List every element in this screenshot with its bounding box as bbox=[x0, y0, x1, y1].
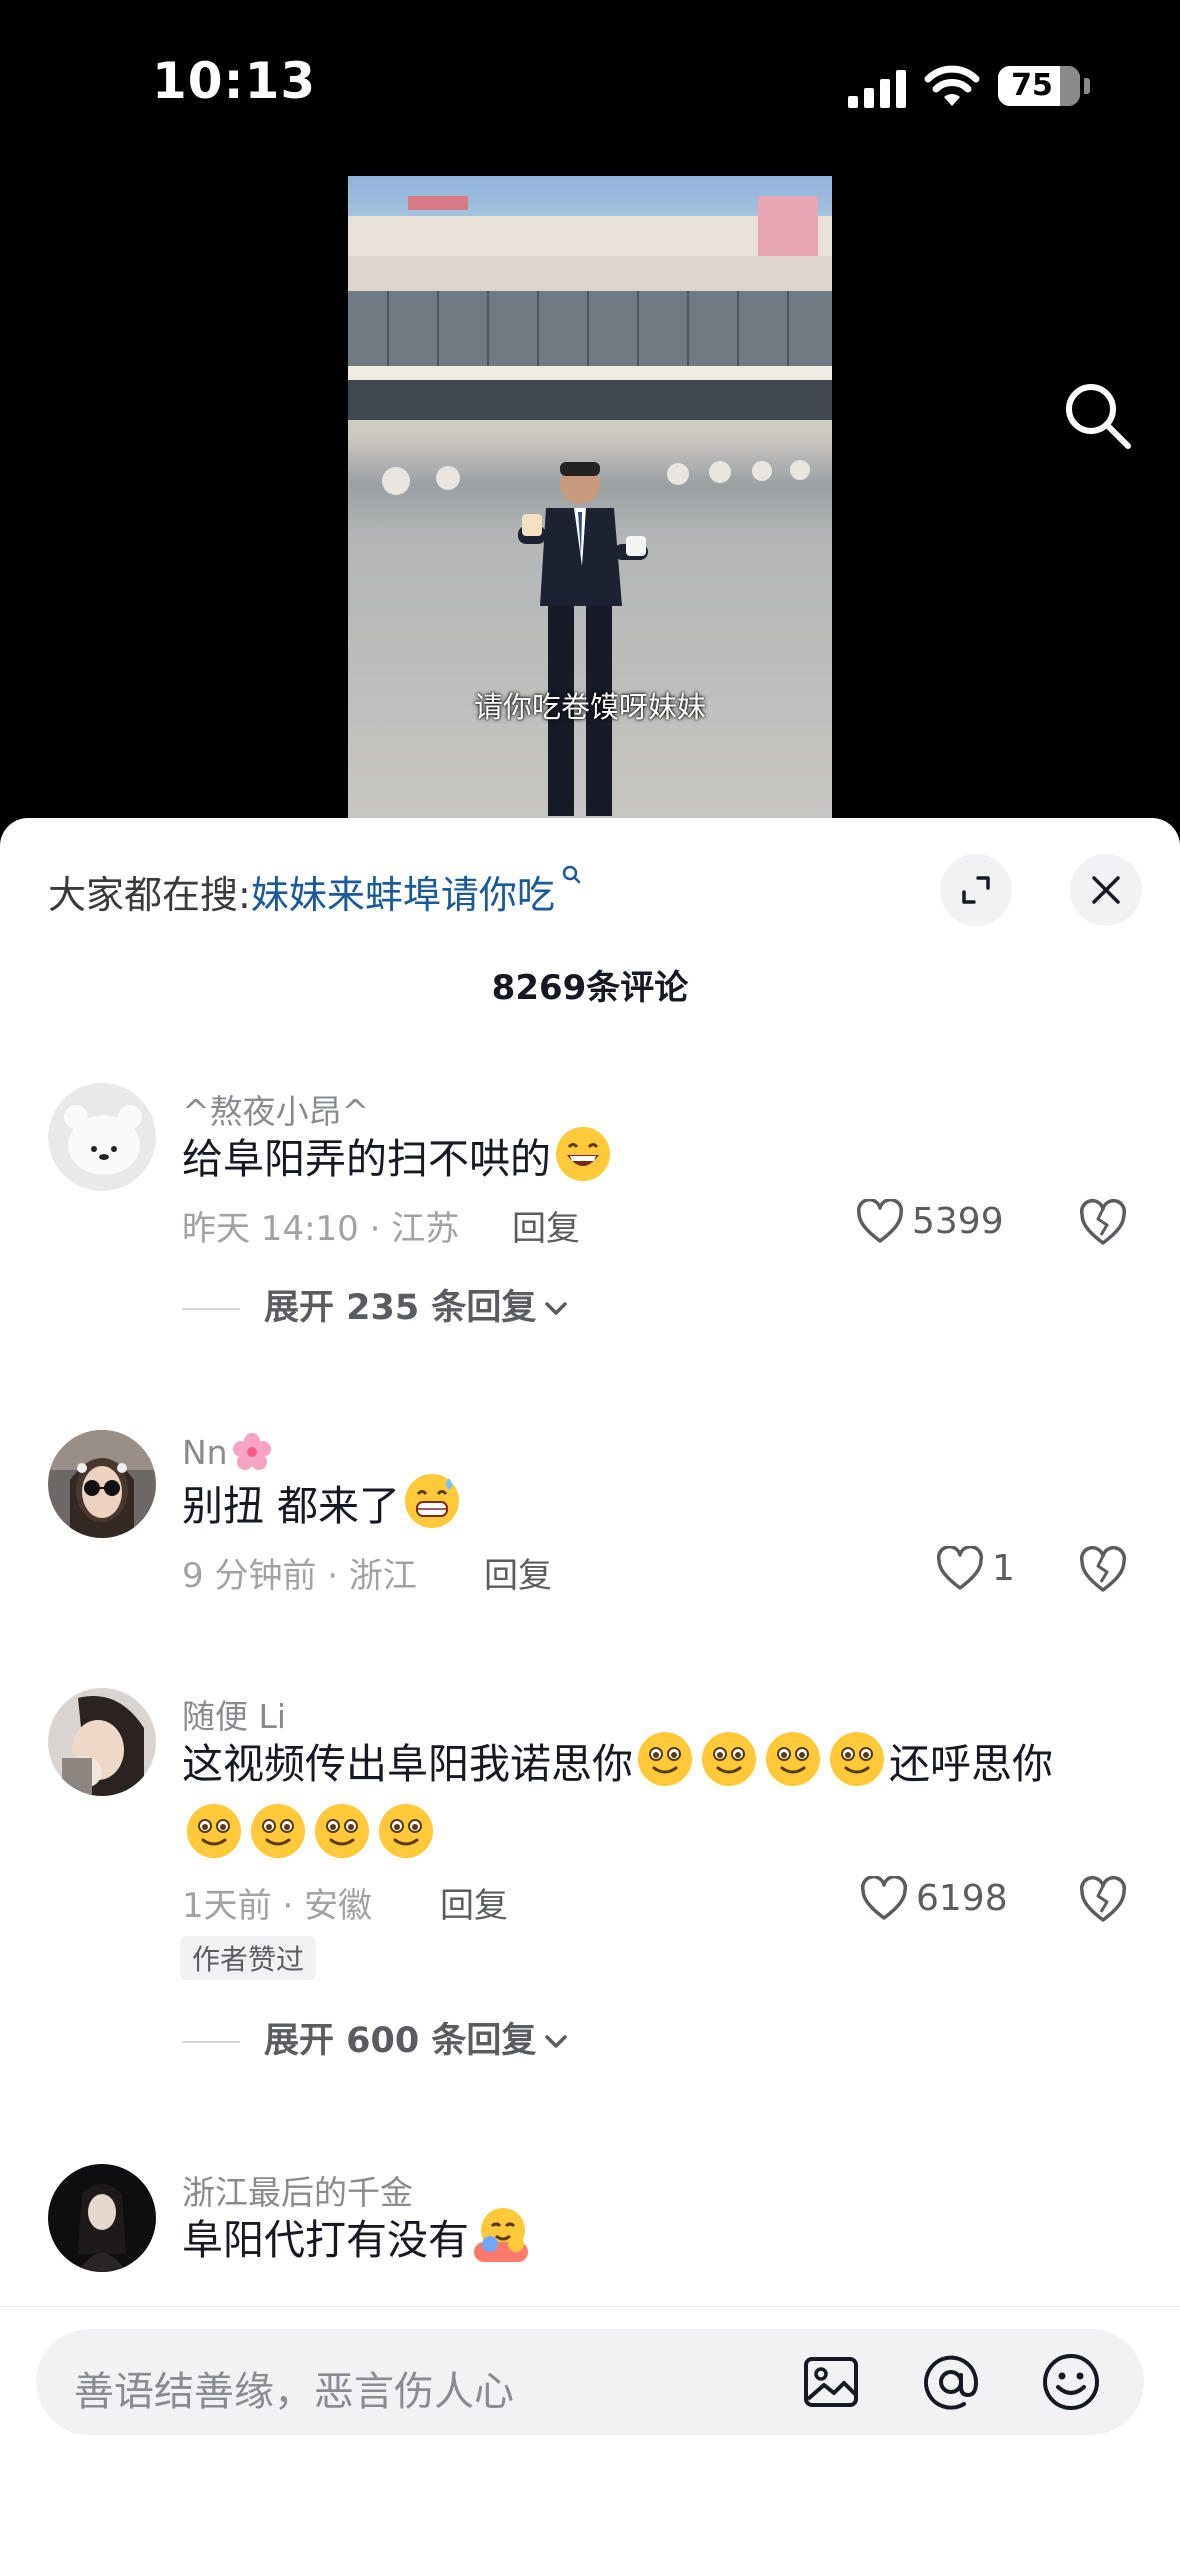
chevron-down-icon bbox=[545, 2035, 568, 2048]
comment-text-part1: 这视频传出阜阳我诺思你 bbox=[182, 1740, 633, 1788]
search-icon[interactable] bbox=[1060, 378, 1134, 452]
broken-heart-icon[interactable] bbox=[1078, 1546, 1128, 1594]
avatar[interactable] bbox=[48, 1083, 156, 1191]
video-frame[interactable]: 请你吃卷馍呀妹妹 bbox=[348, 176, 832, 820]
mention-icon[interactable] bbox=[920, 2351, 982, 2413]
flushed-smile-emoji bbox=[830, 1732, 884, 1786]
presenter-figure-image bbox=[518, 462, 648, 816]
broken-heart-icon[interactable] bbox=[1078, 1876, 1128, 1924]
grin-emoji bbox=[556, 1127, 610, 1181]
broken-heart-icon[interactable] bbox=[1078, 1199, 1128, 1247]
expand-replies-label: 展开 235 条回复 bbox=[264, 1288, 537, 1328]
close-icon bbox=[1092, 876, 1120, 904]
grin-sweat-emoji bbox=[405, 1474, 460, 1528]
comment-input[interactable]: 善语结善缘，恶言伤人心 bbox=[36, 2329, 1144, 2435]
hot-search-query[interactable]: 妹妹来蚌埠请你吃 bbox=[251, 873, 555, 917]
like-count: 5399 bbox=[912, 1201, 1004, 1242]
comment-text-body: 阜阳代打有没有 bbox=[182, 2216, 469, 2264]
battery-level: 75 bbox=[1011, 68, 1053, 103]
expand-replies-label: 展开 600 条回复 bbox=[264, 2021, 537, 2061]
flushed-smile-emoji bbox=[315, 1804, 369, 1858]
comment-text-body: 别扭 都来了 bbox=[182, 1482, 401, 1530]
mini-search-icon bbox=[562, 865, 581, 884]
expand-button[interactable] bbox=[940, 854, 1012, 926]
close-button[interactable] bbox=[1070, 854, 1142, 926]
comment-username-text: Nn bbox=[182, 1433, 228, 1472]
reply-button[interactable]: 回复 bbox=[512, 1201, 580, 1250]
author-liked-badge: 作者赞过 bbox=[180, 1936, 317, 1980]
comment-count: 8269条评论 bbox=[491, 968, 689, 1008]
video-subtitle: 请你吃卷馍呀妹妹 bbox=[473, 690, 706, 724]
battery-icon: 75 bbox=[998, 66, 1080, 106]
comment-input-placeholder: 善语结善缘，恶言伤人心 bbox=[74, 2369, 514, 2415]
wifi-icon bbox=[924, 65, 980, 106]
flushed-smile-emoji bbox=[187, 1804, 241, 1858]
comment-time-location: 9 分钟前 · 浙江 bbox=[182, 1556, 417, 1596]
expand-icon bbox=[962, 876, 990, 904]
heart-icon bbox=[936, 1546, 984, 1590]
like-count: 6198 bbox=[916, 1878, 1008, 1919]
avatar[interactable] bbox=[48, 2164, 156, 2272]
flushed-smile-emoji bbox=[702, 1732, 756, 1786]
expand-replies-button[interactable]: 展开 600 条回复 bbox=[182, 2012, 570, 2063]
flushed-smile-emoji bbox=[379, 1804, 433, 1858]
comment-input-bar: 善语结善缘，恶言伤人心 bbox=[0, 2306, 1180, 2556]
avatar[interactable] bbox=[48, 1688, 156, 1796]
hug-emoji bbox=[474, 2208, 528, 2262]
status-bar: 10:13 75 bbox=[0, 0, 1180, 170]
hot-search-link[interactable]: 大家都在搜:妹妹来蚌埠请你吃 bbox=[48, 864, 585, 919]
divider-line bbox=[182, 2041, 240, 2043]
like-count: 1 bbox=[992, 1548, 1015, 1589]
comment-text: 这视频传出阜阳我诺思你 还呼思你 bbox=[182, 1728, 1132, 1872]
flushed-smile-emoji bbox=[251, 1804, 305, 1858]
like-button[interactable]: 5399 bbox=[856, 1195, 1016, 1251]
flushed-smile-emoji bbox=[766, 1732, 820, 1786]
comment-text: 别扭 都来了 bbox=[182, 1470, 1132, 1542]
avatar[interactable] bbox=[48, 1430, 156, 1538]
hot-search-prefix: 大家都在搜: bbox=[48, 873, 251, 917]
emoji-icon[interactable] bbox=[1040, 2351, 1102, 2413]
comment-username[interactable]: Nn bbox=[182, 1432, 272, 1472]
comment-time-location: 昨天 14:10 · 江苏 bbox=[182, 1209, 460, 1249]
comment-text-body: 给阜阳弄的扫不哄的 bbox=[182, 1135, 551, 1183]
comment-text: 给阜阳弄的扫不哄的 bbox=[182, 1123, 1132, 1195]
video-player[interactable]: 请你吃卷馍呀妹妹 bbox=[0, 170, 1180, 820]
comment-text-part2: 还呼思你 bbox=[889, 1740, 1053, 1788]
signal-icon bbox=[848, 70, 906, 108]
image-icon[interactable] bbox=[800, 2351, 862, 2413]
heart-icon bbox=[856, 1199, 904, 1243]
chevron-down-icon bbox=[545, 1302, 568, 1315]
expand-replies-button[interactable]: 展开 235 条回复 bbox=[182, 1279, 570, 1330]
like-button[interactable]: 1 bbox=[936, 1542, 1016, 1598]
battery-cap bbox=[1084, 78, 1090, 94]
comment-time-location: 1天前 · 安徽 bbox=[182, 1886, 373, 1926]
heart-icon bbox=[860, 1876, 908, 1920]
comment-text: 阜阳代打有没有 bbox=[182, 2204, 1132, 2276]
status-time: 10:13 bbox=[152, 52, 317, 110]
flushed-smile-emoji bbox=[638, 1732, 692, 1786]
like-button[interactable]: 6198 bbox=[860, 1872, 1016, 1928]
reply-button[interactable]: 回复 bbox=[440, 1878, 508, 1927]
station-building-image bbox=[348, 196, 832, 495]
cherry-blossom-emoji bbox=[232, 1433, 271, 1470]
divider-line bbox=[182, 1308, 240, 1310]
reply-button[interactable]: 回复 bbox=[484, 1548, 552, 1597]
comments-sheet: 大家都在搜:妹妹来蚌埠请你吃 8269条评论 ^熬夜小昂^ 给阜阳弄的扫不哄的 bbox=[0, 818, 1180, 2556]
